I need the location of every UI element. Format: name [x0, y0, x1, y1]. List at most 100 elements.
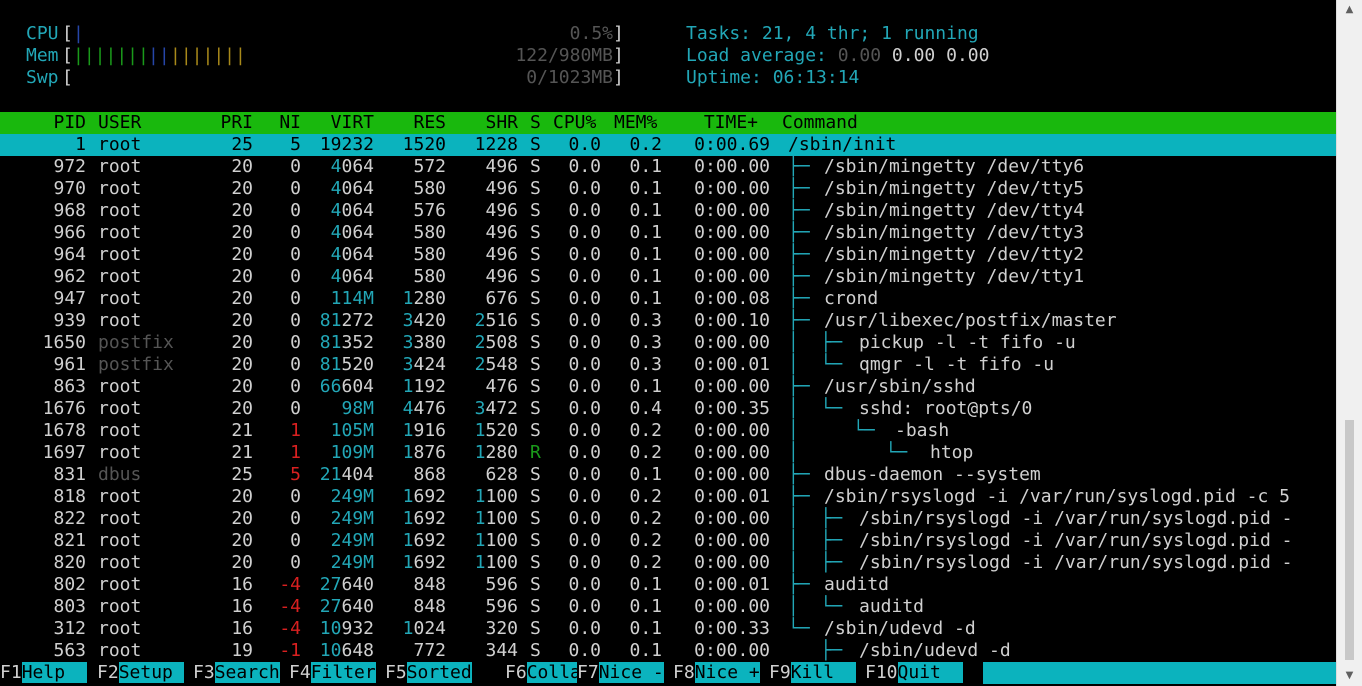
column-res[interactable]: RES: [380, 112, 446, 134]
process-time: 0:00.01: [694, 574, 770, 595]
process-tree: │ └─: [788, 398, 854, 419]
column-user[interactable]: USER: [98, 112, 141, 134]
process-row[interactable]: 818 root 20 0 249M 1692 1100 S 0.0 0.2 0:00.01 ├─ /…: [0, 486, 1336, 508]
process-row[interactable]: 968 root 20 0 4064 576 496 S 0.0 0.1 0:00.00 ├─ /sb…: [0, 200, 1336, 222]
process-mem: 0.1: [629, 376, 662, 397]
process-row[interactable]: 970 root 20 0 4064 580 496 S 0.0 0.1 0:00.00 ├─ /sb…: [0, 178, 1336, 200]
process-row[interactable]: 802 root 16 -4 27640 848 596 S 0.0 0.1 0:00.01 ├─ a…: [0, 574, 1336, 596]
scrollbar-thumb[interactable]: [1345, 420, 1354, 660]
process-tree: ├─: [788, 486, 821, 507]
process-row[interactable]: 1676 root 20 0 98M 4476 3472 S 0.0 0.4 0:00.35 │ └─…: [0, 398, 1336, 420]
process-user: root: [98, 222, 142, 243]
process-pri: 20: [231, 244, 253, 265]
process-res: 1692: [402, 530, 446, 551]
column-shr[interactable]: SHR: [452, 112, 518, 134]
process-cmd: qmgr -l -t fifo -u: [859, 354, 1055, 375]
process-ni: 0: [290, 354, 301, 375]
process-pid: 863: [53, 376, 86, 397]
column-mem[interactable]: MEM%: [614, 112, 657, 134]
process-tree: │ └─: [788, 354, 854, 375]
column-time[interactable]: TIME+: [690, 112, 758, 134]
process-row[interactable]: 966 root 20 0 4064 580 496 S 0.0 0.1 0:00.00 ├─ /sb…: [0, 222, 1336, 244]
process-cmd: /sbin/mingetty /dev/tty6: [824, 156, 1085, 177]
column-pri[interactable]: PRI: [200, 112, 253, 134]
scroll-down-arrow-icon[interactable]: ▼: [1337, 666, 1362, 686]
load-1min: 0.00: [837, 45, 882, 66]
process-row[interactable]: 1650 postfix 20 0 81352 3380 2508 S 0.0 0.3 0:00.0…: [0, 332, 1336, 354]
process-row[interactable]: 964 root 20 0 4064 580 496 S 0.0 0.1 0:00.00 ├─ /sb…: [0, 244, 1336, 266]
process-tree: ├─: [788, 376, 821, 397]
fkey-f10-button[interactable]: F10Quit: [865, 662, 963, 684]
process-res: 4476: [402, 398, 446, 419]
process-row[interactable]: 863 root 20 0 66604 1192 476 S 0.0 0.1 0:00.00 ├─ /…: [0, 376, 1336, 398]
process-row[interactable]: 939 root 20 0 81272 3420 2516 S 0.0 0.3 0:00.10 ├─ …: [0, 310, 1336, 332]
process-shr: 3472: [474, 398, 518, 419]
process-row[interactable]: 831 dbus 25 5 21404 868 628 S 0.0 0.1 0:00.00 ├─ db…: [0, 464, 1336, 486]
fkey-f7-button[interactable]: F7Nice -: [577, 662, 664, 684]
process-row[interactable]: 962 root 20 0 4064 580 496 S 0.0 0.1 0:00.00 ├─ /sb…: [0, 266, 1336, 288]
process-time: 0:00.00: [694, 266, 770, 287]
process-time: 0:00.00: [694, 552, 770, 573]
process-s: S: [530, 486, 541, 507]
process-cmd: /usr/sbin/sshd: [824, 376, 976, 397]
process-row[interactable]: 947 root 20 0 114M 1280 676 S 0.0 0.1 0:00.08 ├─ cr…: [0, 288, 1336, 310]
process-row[interactable]: 1697 root 21 1 109M 1876 1280 R 0.0 0.2 0:00.00 │ └…: [0, 442, 1336, 464]
process-row[interactable]: 312 root 16 -4 10932 1024 320 S 0.0 0.1 0:00.33 └─ …: [0, 618, 1336, 640]
running-count: 1: [881, 23, 892, 44]
process-virt: 4064: [330, 156, 374, 177]
fkey-label: Search: [214, 662, 280, 683]
fkey-f4-button[interactable]: F4Filter: [289, 662, 376, 684]
vertical-scrollbar[interactable]: ▲ ▼: [1336, 0, 1362, 686]
fkey-f2-button[interactable]: F2Setup: [97, 662, 184, 684]
fkey-f8-button[interactable]: F8Nice +: [673, 662, 760, 684]
process-res: 848: [413, 596, 446, 617]
column-ni[interactable]: NI: [260, 112, 301, 134]
process-row[interactable]: 563 root 19 -1 10648 772 344 S 0.0 0.1 0:00.00 ├─ …: [0, 640, 1336, 662]
process-row[interactable]: 1678 root 21 1 105M 1916 1520 S 0.0 0.2 0:00.00 │ └…: [0, 420, 1336, 442]
process-time: 0:00.01: [694, 354, 770, 375]
process-row[interactable]: 803 root 16 -4 27640 848 596 S 0.0 0.1 0:00.00 │ └─…: [0, 596, 1336, 618]
process-mem: 0.1: [629, 222, 662, 243]
fkey-f9-button[interactable]: F9Kill: [769, 662, 856, 684]
process-row[interactable]: 961 postfix 20 0 81520 3424 2548 S 0.0 0.3 0:00.01…: [0, 354, 1336, 376]
process-res: 580: [413, 178, 446, 199]
fkey-f3-button[interactable]: F3Search: [193, 662, 280, 684]
process-pid: 312: [53, 618, 86, 639]
process-pid: 822: [53, 508, 86, 529]
column-virt[interactable]: VIRT: [310, 112, 374, 134]
process-row[interactable]: 822 root 20 0 249M 1692 1100 S 0.0 0.2 0:00.00 │ ├─…: [0, 508, 1336, 530]
process-pri: 20: [231, 486, 253, 507]
process-shr: 1100: [474, 508, 518, 529]
process-cmd: /sbin/mingetty /dev/tty1: [824, 266, 1085, 287]
process-pid: 970: [53, 178, 86, 199]
fkey-f1-button[interactable]: F1Help: [0, 662, 87, 684]
process-s: S: [530, 508, 541, 529]
process-shr: 1280: [474, 442, 518, 463]
process-row[interactable]: 820 root 20 0 249M 1692 1100 S 0.0 0.2 0:00.00 │ ├─…: [0, 552, 1336, 574]
process-row[interactable]: 821 root 20 0 249M 1692 1100 S 0.0 0.2 0:00.00 │ ├─…: [0, 530, 1336, 552]
process-row[interactable]: 1 root 25 5 19232 1520 1228 S 0.0 0.2 0:00.69/sbin…: [0, 134, 1336, 156]
column-command[interactable]: Command: [782, 112, 858, 134]
column-state[interactable]: S: [530, 112, 541, 134]
process-res: 1692: [402, 552, 446, 573]
process-pid: 563: [53, 640, 86, 661]
column-cpu[interactable]: CPU%: [553, 112, 596, 134]
process-user: root: [98, 134, 142, 155]
process-user: root: [98, 288, 142, 309]
process-user: root: [98, 574, 142, 595]
process-pri: 20: [231, 178, 253, 199]
process-mem: 0.2: [629, 486, 662, 507]
terminal-window[interactable]: CPU[| 0.5%] Mem[||||||| || ||||||| 122/980…: [0, 0, 1336, 686]
process-pri: 20: [231, 376, 253, 397]
scroll-up-arrow-icon[interactable]: ▲: [1337, 0, 1362, 20]
process-row[interactable]: 972 root 20 0 4064 572 496 S 0.0 0.1 0:00.00 ├─ /sb…: [0, 156, 1336, 178]
process-s: S: [530, 222, 541, 243]
process-tree: ├─: [788, 178, 821, 199]
process-cmd: /sbin/init: [788, 134, 897, 155]
process-pri: 21: [231, 420, 253, 441]
column-pid[interactable]: PID: [26, 112, 86, 134]
fkey-f5-button[interactable]: F5Sorted: [385, 662, 472, 684]
process-pid: 961: [53, 354, 86, 375]
process-s: R: [530, 442, 541, 463]
column-header-row[interactable]: PID USER PRI NI VIRT RES SHR S CPU% MEM%…: [0, 112, 1336, 134]
